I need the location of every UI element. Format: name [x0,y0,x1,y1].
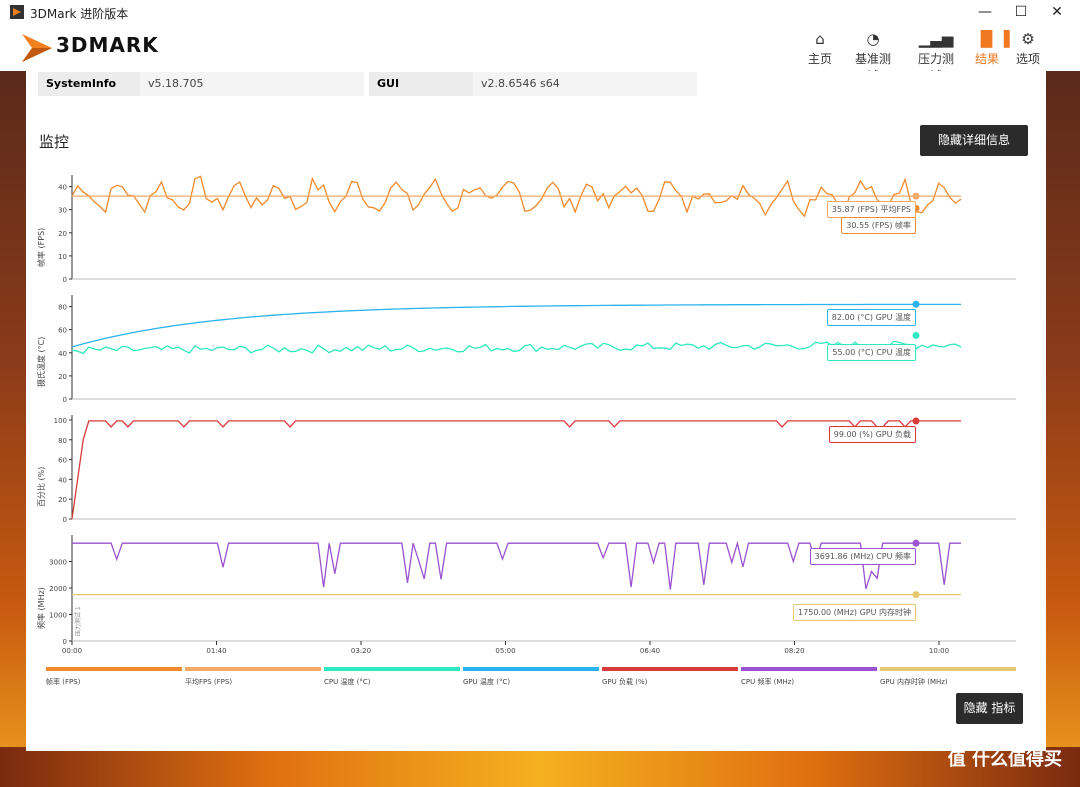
value-tag: 35.87 (FPS) 平均FPS [826,201,916,219]
y-tick-label: 2000 [49,585,67,593]
legend-item[interactable]: GPU 负载 (%) [602,667,738,687]
legend-label: GPU 负载 (%) [602,678,648,686]
series-line-2-0 [71,420,961,520]
legend-label: CPU 温度 (°C) [324,678,371,686]
bars-icon: ▁▃▅ [918,30,954,48]
tag-dot [912,331,920,339]
monitor-chart: 0102030400204060800204060801000100020003… [49,175,1016,655]
nav-label: 主页 [808,52,833,66]
title-bar: 3DMark 进阶版本 — ☐ ✕ [0,0,1080,24]
tag-dot [912,539,920,547]
y-tick-label: 40 [58,350,67,358]
test-marker-label: 压力测试 1 [74,606,82,636]
close-button[interactable]: ✕ [1040,0,1074,24]
results-panel: SystemInfo v5.18.705 GUI v2.8.6546 s64 监… [26,71,1046,751]
legend-item[interactable]: 帧率 (FPS) [46,667,182,687]
y-tick-label: 0 [63,396,67,404]
y-axis-label: 百分比 (%) [37,466,46,507]
value-tag: 1750.00 (MHz) GPU 内存时钟 [793,603,916,621]
legend-item[interactable]: GPU 温度 (°C) [463,667,599,687]
gauge-icon: ◔ [866,30,880,48]
legend-swatch [185,667,321,671]
legend-label: 平均FPS (FPS) [185,678,233,686]
legend-item[interactable]: CPU 温度 (°C) [324,667,460,687]
y-tick-label: 80 [58,437,67,445]
y-tick-label: 20 [58,496,67,504]
y-tick-label: 3000 [49,559,67,567]
nav-label: 选项 [1016,52,1041,66]
chart-legend: 帧率 (FPS) 平均FPS (FPS) CPU 温度 (°C) GPU 温度 (°C… [46,667,1021,691]
nav-home[interactable]: ⌂ 主页 [808,28,832,67]
legend-swatch [880,667,1016,671]
tag-dot [912,417,920,425]
legend-label: GPU 内存时钟 (MHz) [880,678,948,686]
y-axis-label: 频率 (MHz) [37,587,46,629]
legend-label: 帧率 (FPS) [46,678,81,686]
y-tick-label: 0 [63,516,67,524]
value-tag: 82.00 (°C) GPU 温度 [826,309,916,327]
window-title: 3DMark 进阶版本 [30,7,129,21]
gear-icon: ⚙ [1021,30,1035,48]
legend-item[interactable]: GPU 内存时钟 (MHz) [880,667,1016,687]
nav-results[interactable]: ▐▌▐ 结果 [975,28,1010,67]
legend-swatch [741,667,877,671]
tag-dot [912,591,920,599]
watermark: 值 什么值得买 [947,749,1062,770]
y-axis-label: 摄氏温度 (°C) [37,336,46,387]
legend-label: CPU 频率 (MHz) [741,678,795,686]
background-right [1046,71,1080,787]
y-tick-label: 100 [54,417,67,425]
y-tick-label: 1000 [49,612,67,620]
background-left [0,71,26,787]
legend-swatch [46,667,182,671]
app-icon [10,5,24,19]
value-tag: 99.00 (%) GPU 负载 [828,425,916,443]
y-tick-label: 10 [58,253,67,261]
app-header: 3DMARK ⌂主页◔基准测试▁▃▅压力测试▐▌▐结果⚙选项 [0,24,1080,83]
y-tick-label: 80 [58,304,67,312]
legend-item[interactable]: 平均FPS (FPS) [185,667,321,687]
y-tick-label: 60 [58,457,67,465]
legend-label: GPU 温度 (°C) [463,678,511,686]
value-tag: 55.00 (°C) CPU 温度 [827,344,916,362]
tag-dot [912,192,920,200]
legend-swatch [324,667,460,671]
logo-text: 3DMARK [56,33,159,57]
y-tick-label: 0 [63,638,67,646]
nav-gear[interactable]: ⚙ 选项 [1016,28,1040,67]
x-tick-label: 00:00 [62,647,82,655]
x-tick-label: 08:20 [784,647,804,655]
value-tag: 3691.86 (MHz) CPU 频率 [809,548,916,566]
x-tick-label: 01:40 [206,647,226,655]
hide-metrics-button[interactable]: 隐藏 指标 [956,693,1023,724]
y-axis-label: 帧率 (FPS) [37,227,46,267]
tag-dot [912,300,920,308]
home-icon: ⌂ [815,30,825,48]
y-tick-label: 40 [58,476,67,484]
y-tick-label: 20 [58,373,67,381]
results-icon: ▐▌▐ [975,30,1010,48]
x-tick-label: 06:40 [640,647,660,655]
maximize-button[interactable]: ☐ [1004,0,1038,24]
y-tick-label: 20 [58,230,67,238]
background-bottom [0,747,1080,787]
y-tick-label: 60 [58,327,67,335]
legend-swatch [602,667,738,671]
y-tick-label: 40 [58,184,67,192]
legend-item[interactable]: CPU 频率 (MHz) [741,667,877,687]
x-tick-label: 03:20 [351,647,371,655]
minimize-button[interactable]: — [968,0,1002,24]
legend-swatch [463,667,599,671]
value-tag: 30.55 (FPS) 帧率 [841,217,916,235]
y-tick-label: 0 [63,276,67,284]
nav-label: 结果 [975,52,1000,66]
x-tick-label: 05:00 [495,647,515,655]
y-tick-label: 30 [58,207,67,215]
x-tick-label: 10:00 [929,647,949,655]
